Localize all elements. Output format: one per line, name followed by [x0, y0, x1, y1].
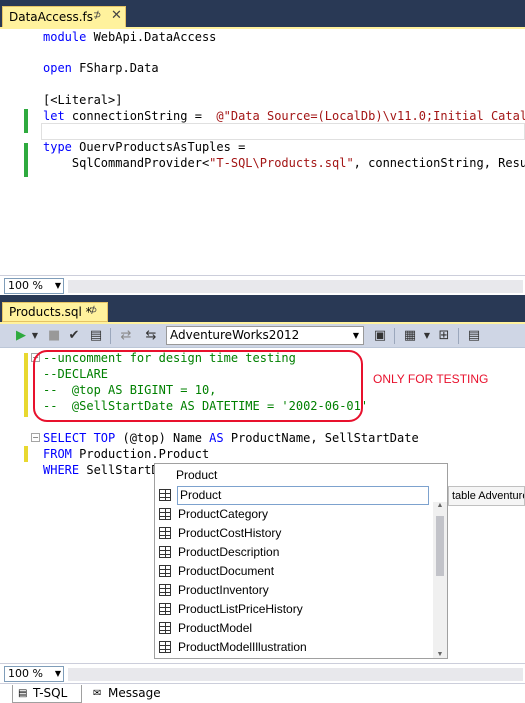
- change-marker: [24, 353, 28, 417]
- tab-tsql[interactable]: ▤ T-SQL: [12, 685, 82, 703]
- chevron-down-icon[interactable]: ▼: [422, 328, 432, 344]
- chevron-down-icon: ▼: [352, 331, 360, 340]
- execute-icon[interactable]: ▶: [14, 328, 28, 344]
- parse-icon[interactable]: ✔: [66, 328, 82, 344]
- change-marker: [24, 143, 28, 177]
- toolbar-separator: [458, 328, 459, 344]
- table-icon: [159, 584, 171, 596]
- chevron-down-icon[interactable]: ▼: [30, 328, 40, 344]
- scrollbar-thumb[interactable]: [436, 516, 444, 576]
- tab-message[interactable]: ✉ Message: [88, 685, 168, 703]
- pin-icon[interactable]: ⊅: [93, 10, 101, 21]
- table-icon: [159, 622, 171, 634]
- intellisense-typed-text: Product: [176, 468, 218, 482]
- change-marker: [24, 109, 28, 133]
- code-line-literal: [<Literal>]: [43, 93, 123, 107]
- grid-icon[interactable]: ▦: [402, 328, 418, 344]
- estimated-plan-icon[interactable]: ▣: [372, 328, 388, 344]
- sql-toolbar: ▶ ▼ ■ ✔ ▤ ⇄ ⇆ AdventureWorks2012 ▼ ▣ ▦ ▼ …: [0, 324, 525, 348]
- database-select[interactable]: AdventureWorks2012 ▼: [166, 326, 364, 345]
- tab-label: DataAccess.fs: [9, 10, 94, 24]
- intellisense-popup[interactable]: Product Product ProductCategory ProductC…: [154, 463, 448, 659]
- close-icon[interactable]: ✕: [111, 8, 122, 23]
- table-icon: [159, 546, 171, 558]
- intellisense-item[interactable]: ProductDescription: [159, 543, 431, 562]
- code-line-module: module WebApi.DataAccess: [43, 30, 217, 44]
- intellisense-item[interactable]: ProductModelIllustration: [159, 638, 431, 657]
- fsharp-editor[interactable]: module WebApi.DataAccess open FSharp.Dat…: [0, 29, 525, 275]
- code-line-provider: SqlCommandProvider<"T-SQL\Products.sql",…: [43, 156, 525, 170]
- result-tabs: ▤ T-SQL ✉ Message: [0, 683, 525, 703]
- table-icon: [159, 527, 171, 539]
- zoom-select[interactable]: 100 % ▼: [4, 666, 64, 682]
- code-line-type: type OuervProductsAsTuples =: [43, 140, 246, 154]
- change-connection-icon[interactable]: ⇆: [142, 328, 160, 344]
- disconnect-icon[interactable]: ⇄: [118, 328, 134, 344]
- horizontal-scrollbar[interactable]: [68, 668, 523, 681]
- sql-where-line: WHERE SellStartD: [43, 463, 159, 477]
- tab-dataaccess-fs[interactable]: DataAccess.fs ⊅ ✕: [2, 6, 126, 27]
- intellisense-item[interactable]: ProductCostHistory: [159, 524, 431, 543]
- pane-splitter[interactable]: [0, 295, 525, 301]
- toolbar-separator: [394, 328, 395, 344]
- chevron-down-icon: ▼: [54, 669, 61, 678]
- pin-icon[interactable]: ⊅: [89, 305, 97, 316]
- zoom-select[interactable]: 100 % ▼: [4, 278, 64, 294]
- top-zoom-bar: 100 % ▼: [0, 275, 525, 295]
- table-icon: [159, 641, 171, 653]
- tab-label: Products.sql *: [9, 305, 92, 319]
- schema-icon[interactable]: ⊞: [436, 328, 452, 344]
- intellisense-item[interactable]: ProductModel: [159, 619, 431, 638]
- scroll-down-icon[interactable]: ▼: [433, 651, 447, 658]
- chevron-down-icon: ▼: [54, 281, 61, 290]
- stop-icon[interactable]: ■: [48, 328, 60, 344]
- table-icon: [159, 489, 171, 501]
- collapse-icon[interactable]: −: [31, 433, 40, 442]
- code-line-open: open FSharp.Data: [43, 61, 159, 75]
- results-icon[interactable]: ▤: [88, 328, 104, 344]
- table-icon: [159, 603, 171, 615]
- code-line-connection: let connectionString = @"Data Source=(Lo…: [43, 109, 525, 123]
- annotation-label: ONLY FOR TESTING: [373, 372, 489, 386]
- intellisense-tooltip: table AdventureWorks2012.Production.Prod…: [448, 486, 525, 506]
- annotation-outline: [33, 350, 363, 422]
- message-icon: ✉: [93, 688, 102, 699]
- table-icon: [159, 508, 171, 520]
- tab-products-sql[interactable]: Products.sql * ⊅: [2, 302, 108, 322]
- change-marker: [24, 446, 28, 462]
- bottom-zoom-bar: 100 % ▼: [0, 663, 525, 683]
- table-icon: [159, 565, 171, 577]
- intellisense-item[interactable]: ProductInventory: [159, 581, 431, 600]
- intellisense-item[interactable]: ProductCategory: [159, 505, 431, 524]
- intellisense-scrollbar[interactable]: ▲ ▼: [433, 502, 447, 658]
- scroll-up-icon[interactable]: ▲: [433, 502, 447, 509]
- current-line-highlight: [41, 123, 525, 140]
- sql-select-line: SELECT TOP (@top) Name AS ProductName, S…: [43, 431, 419, 445]
- script-icon: ▤: [18, 688, 28, 699]
- intellisense-item[interactable]: ProductListPriceHistory: [159, 600, 431, 619]
- intellisense-item[interactable]: ProductDocument: [159, 562, 431, 581]
- horizontal-scrollbar[interactable]: [68, 280, 523, 293]
- toolbar-separator: [110, 328, 111, 344]
- sql-from-line: FROM Production.Product: [43, 447, 210, 461]
- intellisense-item[interactable]: Product: [159, 486, 431, 505]
- options-icon[interactable]: ▤: [466, 328, 482, 344]
